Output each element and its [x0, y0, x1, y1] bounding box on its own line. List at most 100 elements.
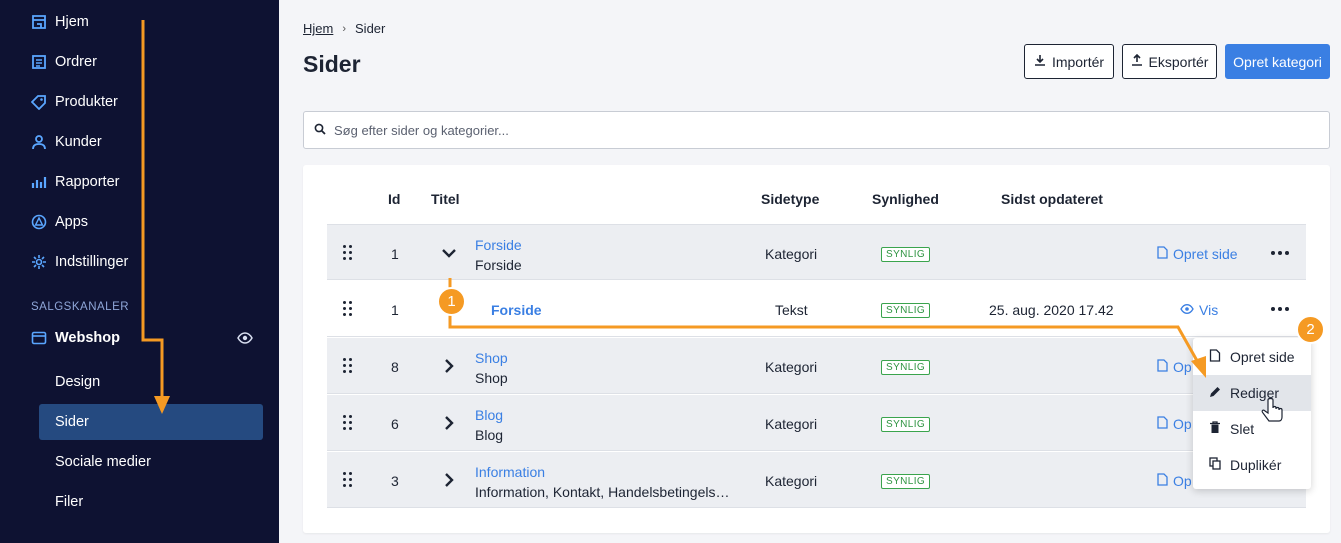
orders-icon: [31, 54, 47, 70]
view-link-label: Vis: [1199, 302, 1219, 318]
row-type: Kategori: [765, 246, 818, 262]
sidebar-item-label: Kunder: [55, 134, 102, 150]
sidebar-item-indstillinger[interactable]: Indstillinger: [31, 250, 128, 274]
menu-item-delete[interactable]: Slet: [1193, 411, 1311, 447]
create-page-link[interactable]: Op: [1157, 359, 1192, 375]
status-badge: SYNLIG: [881, 417, 931, 432]
sidebar-sub-design[interactable]: Design: [39, 364, 263, 400]
more-options-icon[interactable]: [1271, 307, 1289, 313]
row-type: Kategori: [765, 359, 818, 375]
eye-icon[interactable]: [237, 331, 253, 345]
row-id: 8: [391, 359, 399, 375]
table-row[interactable]: 6 Blog Blog Kategori SYNLIG Op: [327, 395, 1306, 451]
row-subtitle: Information, Kontakt, Handelsbetingels…: [475, 484, 730, 500]
row-type: Tekst: [775, 302, 808, 318]
copy-icon: [1209, 457, 1221, 473]
row-id: 6: [391, 416, 399, 432]
row-title-link[interactable]: Shop: [475, 350, 508, 366]
drag-handle-icon[interactable]: [343, 472, 353, 488]
tag-icon: [31, 94, 47, 110]
table-row[interactable]: 1 Forside Forside Kategori SYNLIG Opret …: [327, 224, 1306, 280]
row-id: 3: [391, 473, 399, 489]
document-icon: [1209, 349, 1221, 365]
webshop-icon: [31, 330, 47, 346]
sidebar-item-hjem[interactable]: Hjem: [31, 10, 89, 34]
chevron-down-icon[interactable]: [441, 245, 457, 261]
row-title-link[interactable]: Forside: [491, 302, 542, 318]
export-button[interactable]: Eksportér: [1122, 44, 1217, 79]
row-title-link[interactable]: Information: [475, 464, 545, 480]
chevron-right-icon[interactable]: [441, 415, 457, 431]
gear-icon: [31, 254, 47, 270]
sidebar-item-produkter[interactable]: Produkter: [31, 90, 118, 114]
drag-handle-icon[interactable]: [343, 245, 353, 261]
table-row[interactable]: 1 Forside Tekst SYNLIG 25. aug. 2020 17.…: [327, 281, 1306, 337]
eye-icon: [1180, 302, 1194, 318]
menu-item-create-page[interactable]: Opret side: [1193, 339, 1311, 375]
chart-icon: [31, 174, 47, 190]
drag-handle-icon[interactable]: [343, 358, 353, 374]
create-page-link-label: Op: [1173, 359, 1192, 375]
status-badge: SYNLIG: [881, 303, 931, 318]
column-header-visibility: Synlighed: [872, 191, 939, 207]
drag-handle-icon[interactable]: [343, 415, 353, 431]
section-label-salgskanaler: SALGSKANALER: [31, 301, 130, 313]
sidebar-item-rapporter[interactable]: Rapporter: [31, 170, 119, 194]
sidebar-sub-sider[interactable]: Sider: [39, 404, 263, 440]
table-row[interactable]: 8 Shop Shop Kategori SYNLIG Op: [327, 338, 1306, 394]
sidebar-sub-sociale-medier[interactable]: Sociale medier: [39, 444, 263, 480]
upload-icon: [1131, 53, 1143, 70]
pencil-icon: [1209, 385, 1221, 401]
sidebar-item-label: Rapporter: [55, 174, 120, 190]
row-actions-dropdown: Opret side Rediger Slet Duplikér: [1193, 338, 1311, 489]
document-icon: [1157, 473, 1168, 489]
sidebar-item-webshop[interactable]: Webshop: [31, 326, 120, 350]
search-input[interactable]: [334, 122, 1329, 138]
row-subtitle: Blog: [475, 427, 504, 443]
document-icon: [1157, 246, 1168, 262]
create-page-link-label: Op: [1173, 416, 1192, 432]
import-button-label: Importér: [1051, 53, 1105, 70]
menu-item-label: Duplikér: [1230, 457, 1282, 473]
row-updated: 25. aug. 2020 17.42: [989, 302, 1114, 318]
menu-item-duplicate[interactable]: Duplikér: [1193, 447, 1311, 483]
import-button[interactable]: Importér: [1024, 44, 1114, 79]
create-page-link[interactable]: Op: [1157, 473, 1192, 489]
trash-icon: [1209, 421, 1221, 437]
step-number-badge: 1: [437, 287, 466, 316]
sidebar-item-kunder[interactable]: Kunder: [31, 130, 102, 154]
sidebar-item-ordrer[interactable]: Ordrer: [31, 50, 97, 74]
create-page-link-label: Op: [1173, 473, 1192, 489]
chevron-right-icon[interactable]: [441, 358, 457, 374]
create-page-link[interactable]: Opret side: [1157, 246, 1238, 262]
breadcrumb-home-link[interactable]: Hjem: [303, 21, 333, 36]
create-page-link[interactable]: Op: [1157, 416, 1192, 432]
breadcrumb-current: Sider: [355, 21, 386, 36]
sidebar-item-label: Apps: [55, 214, 89, 230]
menu-item-label: Rediger: [1230, 385, 1280, 401]
column-header-title: Titel: [431, 191, 460, 207]
sidebar-item-label: Indstillinger: [55, 254, 129, 270]
menu-item-label: Opret side: [1230, 349, 1295, 365]
sidebar-sub-filer[interactable]: Filer: [39, 484, 263, 520]
status-badge: SYNLIG: [881, 474, 931, 489]
sidebar-item-label: Produkter: [55, 94, 118, 110]
drag-handle-icon[interactable]: [343, 301, 353, 317]
chevron-right-icon[interactable]: [441, 472, 457, 488]
row-id: 1: [391, 302, 399, 318]
sidebar-item-label: Webshop: [55, 330, 120, 346]
row-title-link[interactable]: Blog: [475, 407, 503, 423]
more-options-icon[interactable]: [1271, 251, 1289, 257]
row-title-link[interactable]: Forside: [475, 237, 522, 253]
store-icon: [31, 14, 47, 30]
view-link[interactable]: Vis: [1180, 302, 1218, 318]
table-row[interactable]: 3 Information Information, Kontakt, Hand…: [327, 452, 1306, 508]
create-category-button[interactable]: Opret kategori: [1225, 44, 1330, 79]
download-icon: [1034, 54, 1046, 70]
sidebar-item-apps[interactable]: Apps: [31, 210, 88, 234]
status-badge: SYNLIG: [881, 360, 931, 375]
export-button-label: Eksportér: [1148, 53, 1209, 70]
document-icon: [1157, 416, 1168, 432]
menu-item-edit[interactable]: Rediger: [1193, 375, 1311, 411]
search-icon: [314, 122, 334, 138]
